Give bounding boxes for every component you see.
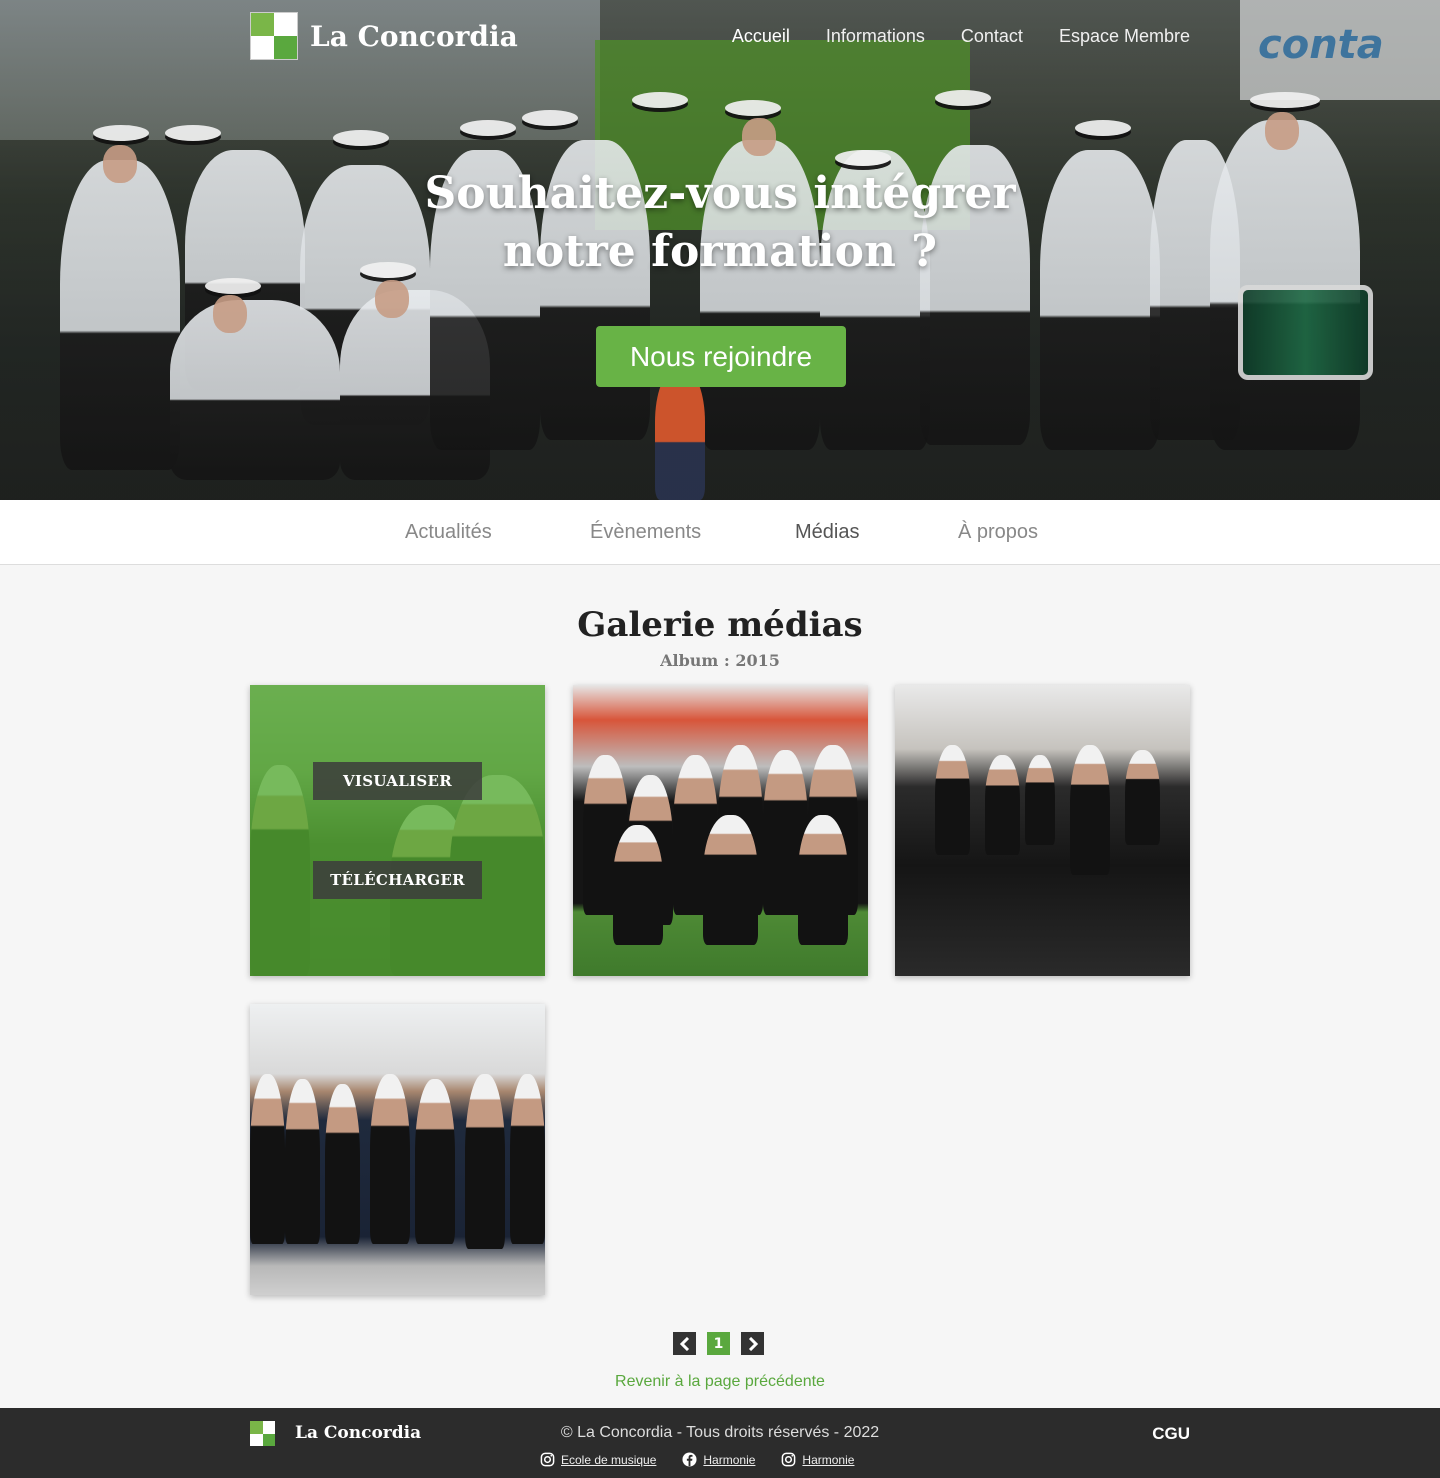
social-link-ecole-instagram[interactable]: Ecole de musique [540, 1452, 656, 1467]
hero-photo-cap [835, 150, 891, 166]
album-label: Album : 2015 [660, 651, 780, 670]
view-button[interactable]: VISUALISER [313, 762, 482, 800]
social-link-harmonie-instagram[interactable]: Harmonie [781, 1452, 854, 1467]
hero-photo-cap [93, 125, 149, 141]
coat-of-arms-logo [250, 12, 298, 60]
tab-a-propos[interactable]: À propos [958, 521, 1038, 544]
hero-banner: conta La Concordia Accueil Informations … [0, 0, 1440, 500]
next-page-button[interactable] [741, 1332, 764, 1355]
gallery-item[interactable] [895, 685, 1190, 976]
hero-photo-musician [170, 300, 340, 480]
social-link-label: Harmonie [802, 1452, 855, 1467]
tab-evenements[interactable]: Évènements [590, 521, 701, 544]
gallery-photo [895, 685, 1190, 976]
download-button[interactable]: TÉLÉCHARGER [313, 861, 482, 899]
hero-photo-cap [632, 92, 688, 108]
facebook-icon [682, 1452, 697, 1467]
nav-espace-membre[interactable]: Espace Membre [1059, 26, 1190, 47]
page-number-current[interactable]: 1 [707, 1332, 730, 1355]
hero-title-line-2: notre formation ? [502, 226, 938, 277]
site-footer: La Concordia © La Concordia - Tous droit… [0, 1408, 1440, 1478]
tab-medias[interactable]: Médias [795, 521, 859, 544]
hero-photo-face [742, 118, 776, 156]
instagram-icon [782, 1452, 796, 1467]
hero-title-line-1: Souhaitez-vous intégrer [424, 168, 1016, 219]
nav-contact[interactable]: Contact [961, 26, 1023, 47]
hero-photo-cap [165, 125, 221, 141]
gallery-item[interactable] [250, 1004, 545, 1295]
pagination: 1 [673, 1332, 764, 1355]
hero-photo-cap [522, 110, 578, 126]
section-nav: Actualités Évènements Médias À propos [0, 500, 1440, 565]
nav-accueil[interactable]: Accueil [732, 26, 790, 47]
gallery-photo [573, 685, 868, 976]
social-link-label: Ecole de musique [561, 1452, 657, 1467]
back-link[interactable]: Revenir à la page précédente [0, 1373, 1440, 1391]
hero-photo-cap [460, 120, 516, 136]
hero-title: Souhaitez-vous intégrer notre formation … [0, 165, 1440, 281]
chevron-right-icon [748, 1336, 758, 1351]
gallery-item[interactable] [573, 685, 868, 976]
main-nav: Accueil Informations Contact Espace Memb… [732, 26, 1190, 47]
gallery-hover-overlay [250, 685, 545, 976]
hero-photo-face [213, 295, 247, 333]
hero-photo-face [375, 280, 409, 318]
copyright-text: © La Concordia - Tous droits réservés - … [560, 1424, 880, 1441]
social-link-label: Harmonie [703, 1452, 756, 1467]
site-name: La Concordia [310, 19, 518, 53]
social-links: Ecole de musique Harmonie Harmonie [540, 1452, 854, 1467]
instagram-icon [540, 1452, 555, 1467]
hero-photo-drum [1238, 285, 1373, 380]
gallery-photo [250, 1004, 545, 1295]
hero-photo-cap [333, 130, 389, 146]
gallery-item[interactable]: VISUALISER TÉLÉCHARGER [250, 685, 545, 976]
site-brand[interactable]: La Concordia [250, 12, 518, 60]
hero-photo-child [655, 370, 705, 500]
hero-photo-cap [1250, 92, 1320, 108]
prev-page-button[interactable] [673, 1332, 696, 1355]
hero-photo-cap [935, 90, 991, 106]
hero-photo-store-sign: conta [1258, 22, 1384, 68]
join-button[interactable]: Nous rejoindre [596, 326, 846, 387]
tab-actualites[interactable]: Actualités [405, 521, 492, 544]
hero-photo-face [1265, 112, 1299, 150]
hero-photo-cap [725, 100, 781, 116]
chevron-left-icon [679, 1336, 689, 1351]
social-link-harmonie-facebook[interactable]: Harmonie [682, 1452, 755, 1467]
gallery-title: Galerie médias [577, 605, 863, 645]
cgu-link[interactable]: CGU [1152, 1424, 1190, 1444]
hero-photo-cap [1075, 120, 1131, 136]
nav-informations[interactable]: Informations [826, 26, 925, 47]
